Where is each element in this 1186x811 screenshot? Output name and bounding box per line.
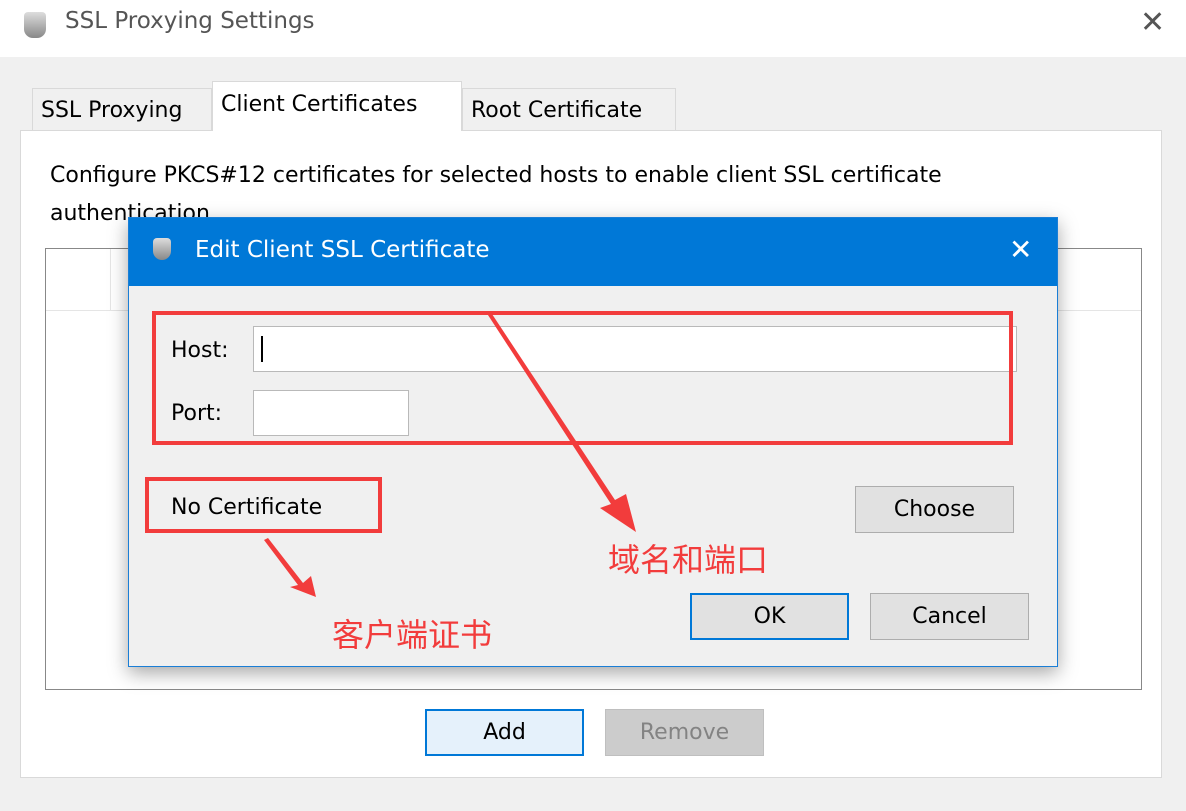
annotation-client-cert: 客户端证书 bbox=[332, 616, 493, 654]
arrow-certificate bbox=[264, 538, 316, 597]
annotation-host-port: 域名和端口 bbox=[608, 541, 769, 579]
tab-client-certificates[interactable]: Client Certificates bbox=[212, 81, 462, 131]
arrow-host-port bbox=[486, 311, 636, 532]
annotation-arrows bbox=[264, 311, 636, 597]
